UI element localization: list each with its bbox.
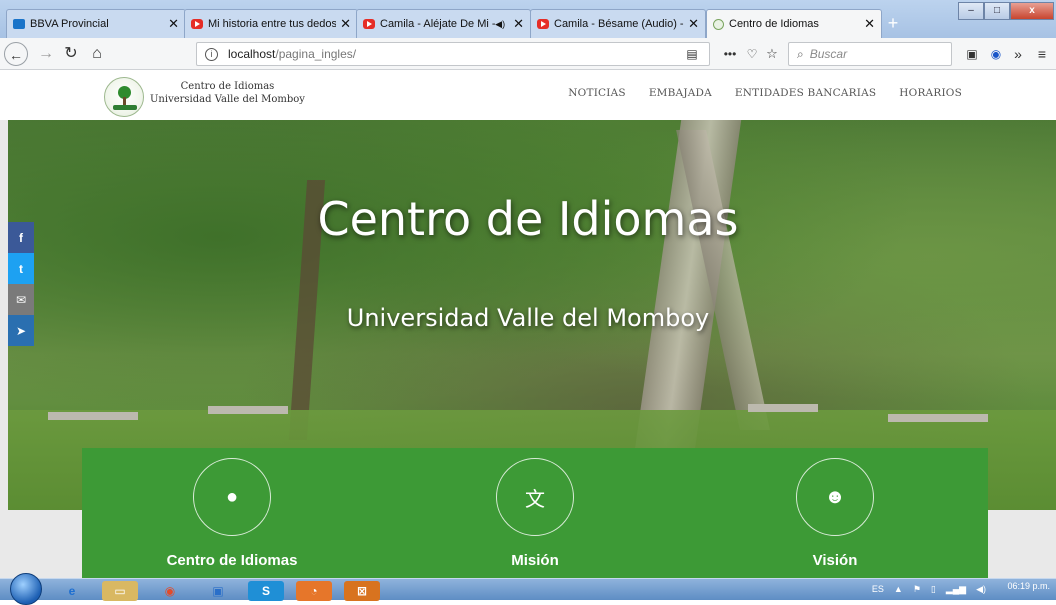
page-actions-icon[interactable]: ••• [720,42,740,66]
search-icon: ⌕ [797,46,804,61]
site-brand[interactable]: Centro de Idiomas Universidad Valle del … [150,80,305,106]
system-tray: ES ▲ ⚑ ▯ ▂▄▆ ◀) [872,584,986,595]
extension-icon[interactable]: ◉ [988,42,1004,66]
close-window-button[interactable]: x [1010,2,1054,20]
url-host: localhost [228,47,276,61]
nav-entidades-bancarias[interactable]: ENTIDADES BANCARIAS [735,87,876,99]
features-panel: ● Centro de Idiomas 文 Misión ☻ Visión [82,448,988,578]
home-button[interactable]: ⌂ [88,42,106,66]
forward-button[interactable]: → [38,42,54,66]
brand-line-1: Centro de Idiomas [180,81,275,92]
youtube-icon [363,19,375,29]
telegram-icon[interactable]: ➤ [8,315,34,346]
media-player-icon[interactable]: ▣ [200,581,236,601]
bank-icon [13,19,25,29]
xampp-icon[interactable]: ⊠ [344,581,380,601]
hero-title: Centro de Idiomas [317,192,739,246]
tab-label: Camila - Aléjate De Mi - Yo [380,18,495,30]
system-clock[interactable]: 06:19 p.m. [1007,581,1050,591]
language-indicator[interactable]: ES [872,584,884,595]
nav-embajada[interactable]: EMBAJADA [649,87,712,99]
back-button[interactable]: ← [4,42,28,66]
hero-subtitle: Universidad Valle del Momboy [346,304,710,332]
feature-title: Visión [812,552,858,569]
close-tab-icon[interactable]: ✕ [340,16,351,32]
translate-icon: 文 [496,458,574,536]
twitter-icon[interactable]: t [8,253,34,284]
facebook-icon[interactable]: f [8,222,34,253]
network-icon[interactable]: ▂▄▆ [946,584,966,595]
sidebar-icon[interactable]: ▣ [964,42,980,66]
tab-youtube-3[interactable]: Camila - Bésame (Audio) - You ✕ [530,9,706,38]
volume-icon[interactable]: ◀) [976,584,986,595]
brand-line-2: Universidad Valle del Momboy [150,94,305,105]
nav-noticias[interactable]: NOTICIAS [568,87,626,99]
tab-youtube-1[interactable]: Mi historia entre tus dedos - Yo ✕ [184,9,358,38]
bookmark-star-icon[interactable]: ☆ [764,42,780,66]
pocket-icon[interactable]: ♡ [744,42,760,66]
show-hidden-icons[interactable]: ▲ [894,584,903,595]
close-tab-icon[interactable]: ✕ [513,16,524,32]
feature-title: Centro de Idiomas [166,552,298,569]
close-tab-icon[interactable]: ✕ [864,16,875,32]
window-controls: – □ x [958,2,1054,20]
start-button[interactable] [10,573,42,605]
internet-explorer-icon[interactable]: e [54,581,90,601]
feature-centro-idiomas[interactable]: ● Centro de Idiomas [132,458,332,569]
globe-icon: ● [193,458,271,536]
firefox-icon[interactable]: ◔ [296,581,332,601]
nav-horarios[interactable]: HORARIOS [899,87,962,99]
flag-icon[interactable]: ⚑ [913,584,921,595]
tab-label: Camila - Bésame (Audio) - You [554,18,684,30]
battery-icon[interactable]: ▯ [931,584,936,595]
theater-masks-icon: ☻ [796,458,874,536]
tab-centro-idiomas[interactable]: Centro de Idiomas ✕ [706,9,882,38]
maximize-button[interactable]: □ [984,2,1010,20]
info-icon[interactable]: i [205,47,218,61]
url-bar[interactable]: i localhost/pagina_ingles/ [196,42,710,66]
file-explorer-icon[interactable]: ▭ [102,581,138,601]
tab-label: Mi historia entre tus dedos - Yo [208,18,337,30]
feature-title: Misión [511,552,559,569]
top-navigation: NOTICIAS EMBAJADA ENTIDADES BANCARIAS HO… [545,87,962,99]
reload-button[interactable]: ↻ [62,42,80,66]
speaker-icon[interactable]: ◀) [495,19,505,30]
web-page: Centro de Idiomas Universidad Valle del … [0,70,1056,578]
menu-icon[interactable]: ≡ [1034,42,1050,66]
browser-tab-strip: BBVA Provincial ✕ Mi historia entre tus … [0,0,1056,38]
feature-vision[interactable]: ☻ Visión [735,458,935,569]
social-sidebar: f t ✉ ➤ [8,222,34,346]
search-placeholder: Buscar [809,47,848,61]
overflow-icon[interactable]: » [1010,42,1026,66]
tab-label: BBVA Provincial [30,18,109,30]
youtube-icon [537,19,549,29]
feature-mision[interactable]: 文 Misión [435,458,635,569]
mail-icon[interactable]: ✉ [8,284,34,315]
reader-view-icon[interactable]: ▤ [684,42,700,66]
close-tab-icon[interactable]: ✕ [168,16,179,32]
tab-bbva[interactable]: BBVA Provincial ✕ [6,9,186,38]
skype-icon[interactable]: S [248,581,284,601]
search-input[interactable]: ⌕ Buscar [788,42,952,66]
site-header: Centro de Idiomas Universidad Valle del … [0,70,1056,120]
url-path: /pagina_ingles/ [275,47,357,61]
tab-youtube-2[interactable]: Camila - Aléjate De Mi - Yo ◀) ✕ [356,9,531,38]
youtube-icon [191,19,203,29]
clock-time: 06:19 p.m. [1007,581,1050,591]
new-tab-button[interactable]: + [882,12,904,34]
minimize-button[interactable]: – [958,2,984,20]
chrome-icon[interactable]: ◉ [152,581,188,601]
university-logo[interactable] [104,77,144,117]
site-icon [713,18,724,30]
os-taskbar: e ▭ ◉ ▣ S ◔ ⊠ ES ▲ ⚑ ▯ ▂▄▆ ◀) 06:19 p.m. [0,573,1056,605]
browser-navbar: ← → ↻ ⌂ i localhost/pagina_ingles/ ▤ •••… [0,38,1056,70]
close-tab-icon[interactable]: ✕ [688,16,699,32]
tab-label: Centro de Idiomas [729,18,819,30]
